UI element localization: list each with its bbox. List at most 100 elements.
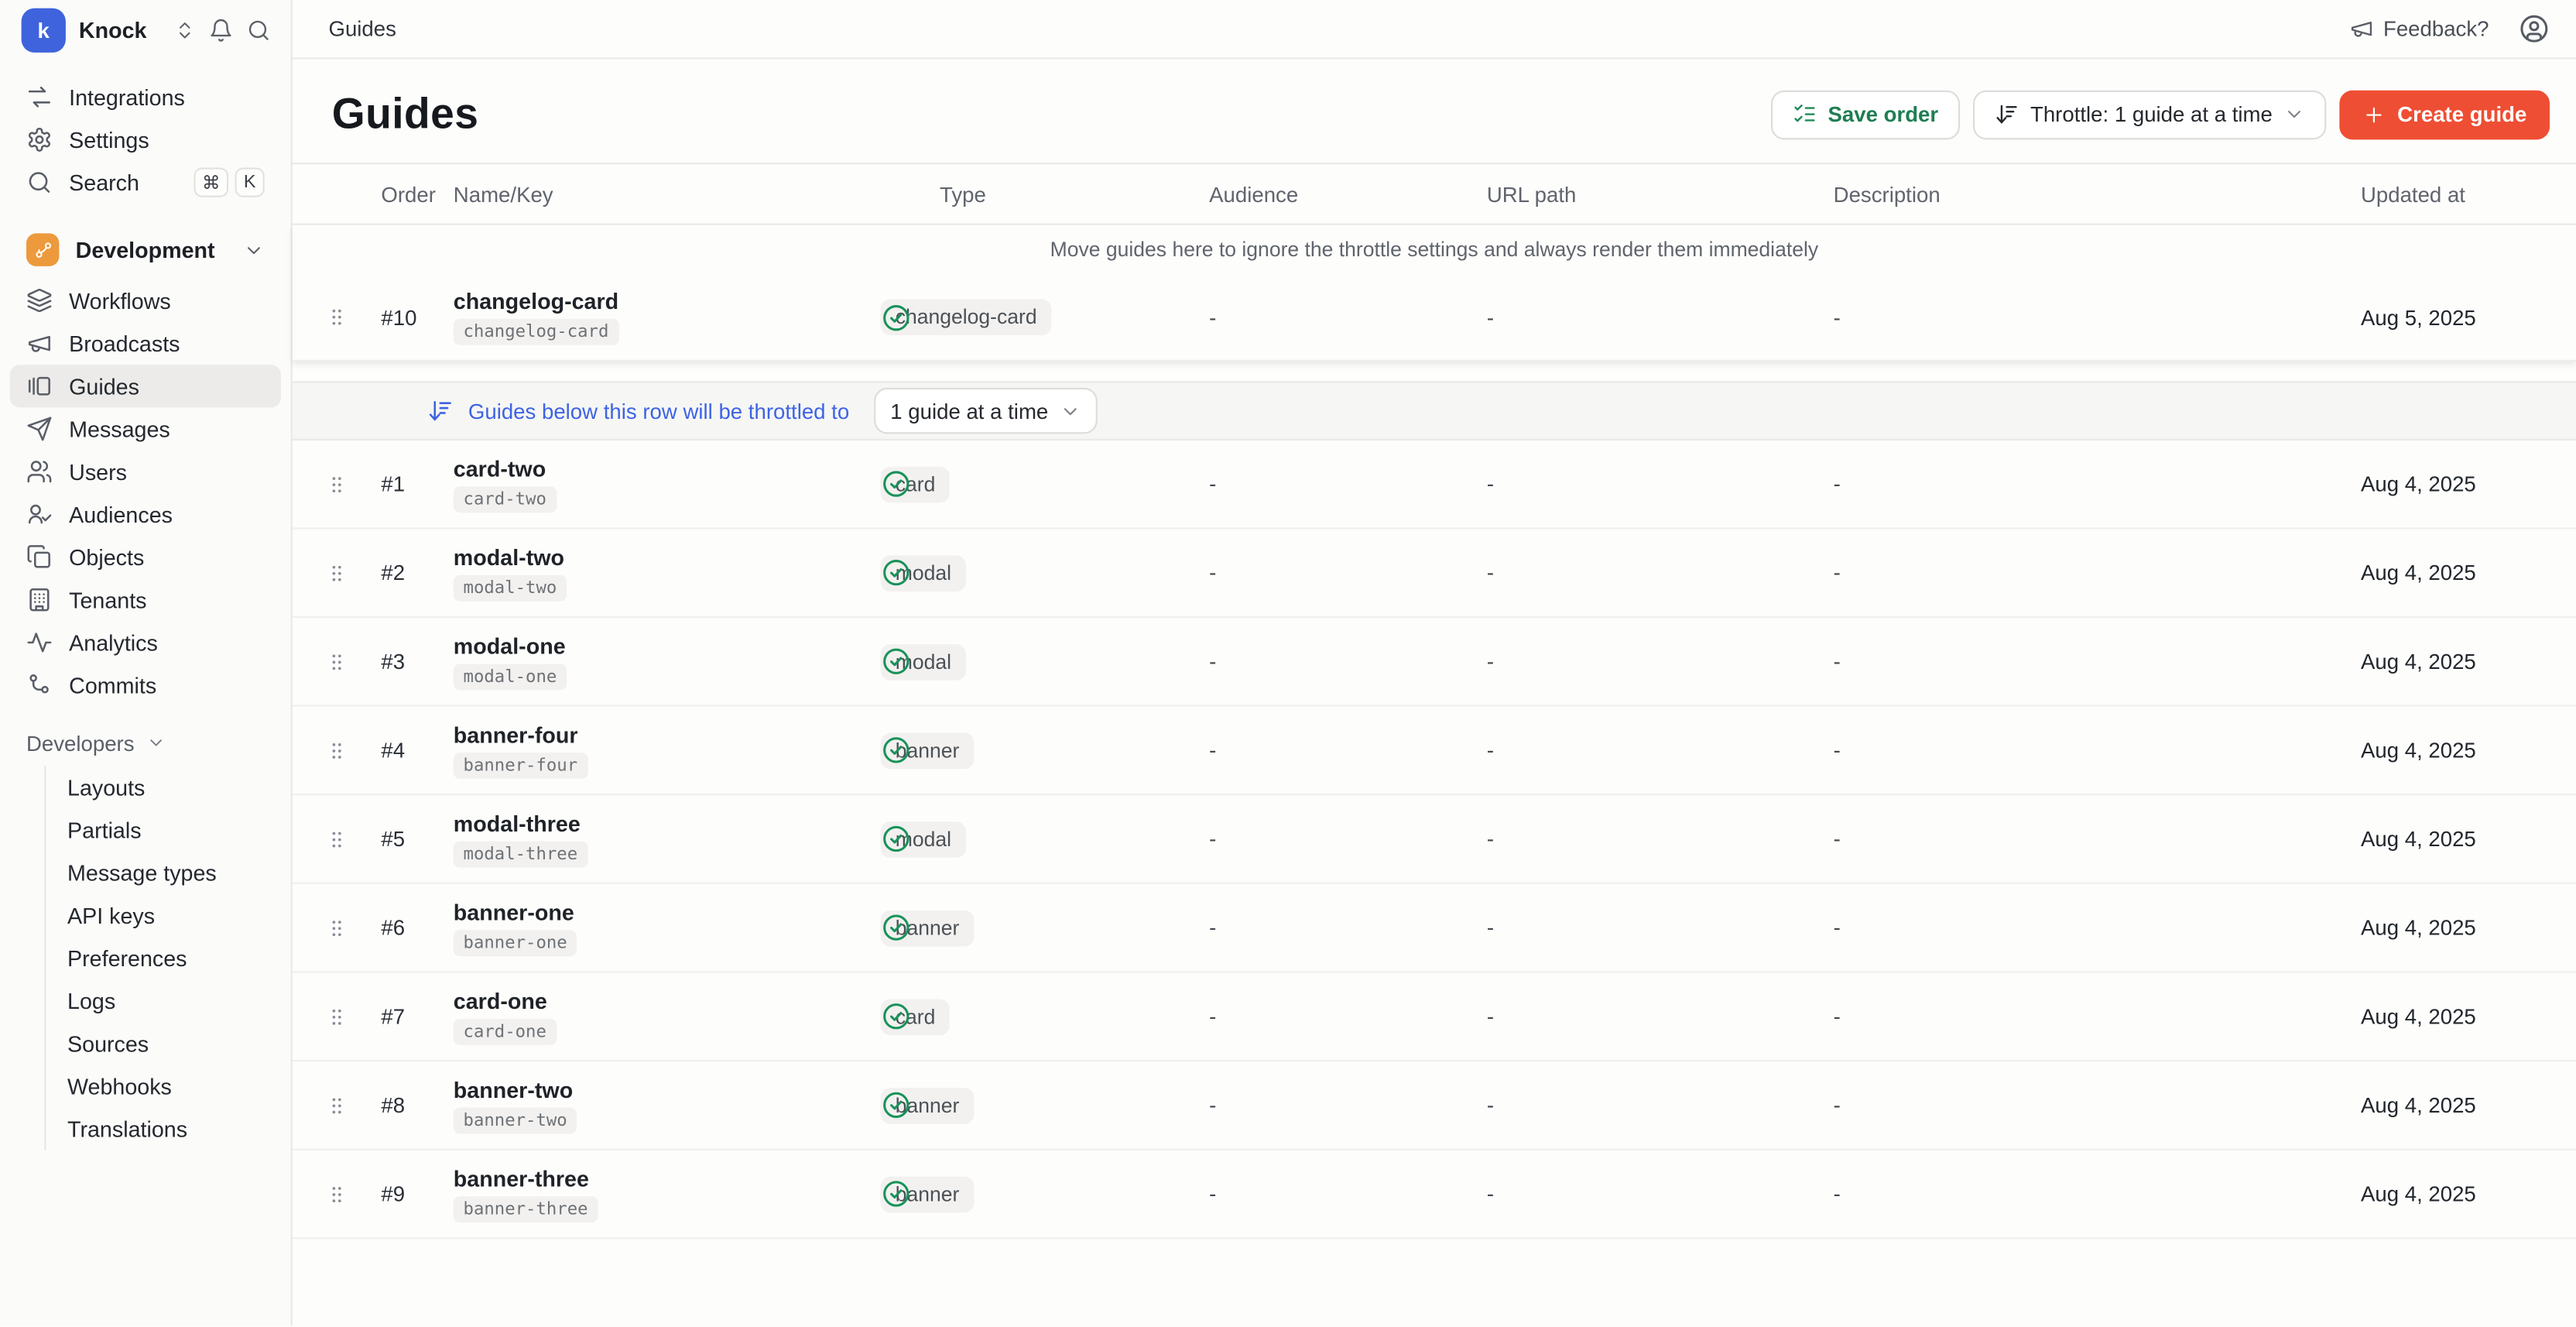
throttle-divider-text[interactable]: Guides below this row will be throttled … (468, 399, 849, 423)
sidebar-item-audiences[interactable]: Audiences (10, 493, 281, 536)
status-check-circle-icon (881, 646, 912, 677)
row-description: - (1834, 915, 2348, 940)
sidebar-item-sources[interactable]: Sources (46, 1022, 281, 1065)
user-avatar-icon[interactable] (2519, 13, 2550, 44)
create-guide-button[interactable]: Create guide (2340, 90, 2550, 139)
table-row[interactable]: #9 banner-three banner-three banner - - … (293, 1150, 2576, 1240)
row-order: #6 (381, 915, 453, 940)
sidebar-item-objects[interactable]: Objects (10, 536, 281, 578)
layers-icon (26, 287, 53, 314)
sidebar-item-partials[interactable]: Partials (46, 808, 281, 851)
search-icon[interactable] (246, 17, 271, 42)
keyboard-shortcut-key: ⌘ (194, 167, 228, 197)
sidebar-item-integrations[interactable]: Integrations (10, 76, 281, 118)
sidebar-item-broadcasts[interactable]: Broadcasts (10, 322, 281, 365)
sidebar-item-webhooks[interactable]: Webhooks (46, 1065, 281, 1107)
sidebar-item-search[interactable]: Search ⌘K (10, 161, 281, 204)
col-updated-at: Updated at (2348, 182, 2550, 207)
table-row[interactable]: #4 banner-four banner-four banner - - - … (293, 707, 2576, 796)
row-order: #4 (381, 738, 453, 763)
sidebar-item-settings[interactable]: Settings (10, 118, 281, 161)
status-check-circle-icon (881, 1089, 912, 1120)
sidebar-item-api-keys[interactable]: API keys (46, 894, 281, 937)
row-updated-at: Aug 4, 2025 (2348, 827, 2550, 852)
sidebar-item-tenants[interactable]: Tenants (10, 578, 281, 621)
topbar: Guides Feedback? (293, 0, 2576, 59)
activity-icon (26, 629, 53, 656)
sidebar-item-workflows[interactable]: Workflows (10, 279, 281, 322)
sidebar-item-message-types[interactable]: Message types (46, 851, 281, 893)
row-key-badge: changelog-card (454, 319, 618, 345)
dropzone-hint: Move guides here to ignore the throttle … (293, 225, 2576, 275)
sidebar-item-label: Analytics (69, 630, 158, 655)
search-icon (26, 170, 53, 196)
drag-handle-icon[interactable] (325, 822, 348, 855)
col-name-key: Name/Key (454, 182, 881, 207)
pinned-rows-container: #10 changelog-card changelog-card change… (293, 274, 2576, 359)
table-row[interactable]: #6 banner-one banner-one banner - - - Au… (293, 884, 2576, 973)
row-url-path: - (1487, 649, 1834, 674)
developers-section-toggle[interactable]: Developers (10, 723, 281, 763)
chevrons-up-down-icon[interactable] (174, 19, 196, 40)
table-row[interactable]: #2 modal-two modal-two modal - - - Aug 4… (293, 529, 2576, 618)
sidebar-item-label: Settings (69, 127, 149, 152)
copy-pages-icon (26, 544, 53, 571)
drag-handle-icon[interactable] (325, 1178, 348, 1210)
col-description: Description (1834, 182, 2348, 207)
drag-handle-icon[interactable] (325, 556, 348, 588)
breadcrumb[interactable]: Guides (328, 16, 396, 41)
sidebar-item-commits[interactable]: Commits (10, 664, 281, 706)
table-row[interactable]: #1 card-two card-two card - - - Aug 4, 2… (293, 441, 2576, 530)
table-row[interactable]: #10 changelog-card changelog-card change… (293, 274, 2576, 359)
throttle-divider-row: Guides below this row will be throttled … (293, 381, 2576, 440)
drag-handle-icon[interactable] (325, 734, 348, 766)
save-order-button[interactable]: Save order (1770, 90, 1960, 139)
page-title: Guides (332, 89, 479, 140)
commit-branch-icon (26, 672, 53, 698)
feedback-label: Feedback? (2383, 16, 2489, 41)
throttle-amount-select[interactable]: 1 guide at a time (874, 388, 1098, 434)
feedback-button[interactable]: Feedback? (2348, 16, 2489, 41)
table-row[interactable]: #5 modal-three modal-three modal - - - A… (293, 795, 2576, 884)
row-description: - (1834, 649, 2348, 674)
drag-handle-icon[interactable] (325, 911, 348, 944)
row-audience: - (1209, 471, 1487, 496)
megaphone-icon (26, 331, 53, 357)
bell-icon[interactable] (209, 17, 234, 42)
sidebar-item-layouts[interactable]: Layouts (46, 766, 281, 808)
sidebar: k Knock Integrations Settings Search ⌘K … (0, 0, 293, 1326)
row-url-path: - (1487, 915, 1834, 940)
environment-switcher[interactable]: Development (10, 227, 281, 273)
table-row[interactable]: #8 banner-two banner-two banner - - - Au… (293, 1061, 2576, 1150)
drag-handle-icon[interactable] (325, 300, 348, 333)
sort-descending-icon (427, 398, 454, 424)
sidebar-item-guides[interactable]: Guides (10, 365, 281, 407)
sidebar-item-translations[interactable]: Translations (46, 1108, 281, 1150)
row-updated-at: Aug 4, 2025 (2348, 1092, 2550, 1117)
row-name: banner-one (454, 900, 574, 924)
drag-handle-icon[interactable] (325, 645, 348, 677)
row-key-badge: modal-one (454, 663, 567, 689)
row-updated-at: Aug 4, 2025 (2348, 649, 2550, 674)
throttle-dropdown-button[interactable]: Throttle: 1 guide at a time (1973, 90, 2327, 139)
sidebar-item-analytics[interactable]: Analytics (10, 621, 281, 664)
page-header: Guides Save order Throttle: 1 guide at a… (293, 59, 2576, 163)
unthrottled-dropzone: Move guides here to ignore the throttle … (293, 225, 2576, 362)
sidebar-item-logs[interactable]: Logs (46, 979, 281, 1022)
guides-panel-icon (26, 373, 53, 399)
chevron-down-icon (146, 733, 165, 753)
sidebar-item-messages[interactable]: Messages (10, 407, 281, 450)
row-key-badge: modal-two (454, 574, 567, 601)
row-order: #2 (381, 561, 453, 585)
sidebar-item-users[interactable]: Users (10, 451, 281, 493)
row-url-path: - (1487, 305, 1834, 330)
drag-handle-icon[interactable] (325, 468, 348, 500)
status-check-circle-icon (881, 912, 912, 943)
table-row[interactable]: #3 modal-one modal-one modal - - - Aug 4… (293, 618, 2576, 707)
sidebar-item-preferences[interactable]: Preferences (46, 937, 281, 979)
row-audience: - (1209, 561, 1487, 585)
sidebar-item-label: Tenants (69, 588, 146, 612)
drag-handle-icon[interactable] (325, 1089, 348, 1121)
table-row[interactable]: #7 card-one card-one card - - - Aug 4, 2… (293, 972, 2576, 1061)
drag-handle-icon[interactable] (325, 1000, 348, 1033)
